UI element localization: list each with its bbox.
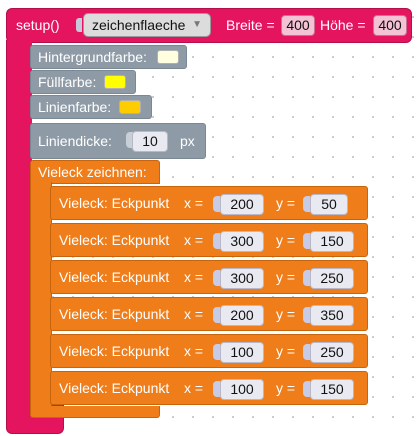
vertex-row[interactable]: Vieleck: Eckpunkt x = 200 y = 50 <box>50 186 368 220</box>
y-slot-nib <box>303 344 310 360</box>
stroke-color-swatch[interactable] <box>119 100 141 114</box>
height-input[interactable]: 400 <box>373 15 407 36</box>
background-color-swatch[interactable] <box>157 50 179 64</box>
vertex-row[interactable]: Vieleck: Eckpunkt x = 300 y = 250 <box>50 260 368 294</box>
x-slot-nib <box>213 270 220 286</box>
x-label: x = <box>184 269 204 285</box>
y-slot-nib <box>303 307 310 323</box>
y-label: y = <box>276 232 296 248</box>
setup-block-arm <box>6 40 32 400</box>
polygon-label: Vieleck zeichnen: <box>38 164 147 180</box>
vertex-label: Vieleck: Eckpunkt <box>59 306 170 322</box>
y-label: y = <box>276 306 296 322</box>
x-slot-nib <box>213 381 220 397</box>
stroke-color-label: Linienfarbe: <box>38 99 112 115</box>
x-slot-nib <box>213 233 220 249</box>
x-slot-nib <box>213 307 220 323</box>
vertex-x-input[interactable]: 100 <box>220 379 264 400</box>
width-input[interactable]: 400 <box>281 15 315 36</box>
canvas-slot-nib <box>76 18 82 32</box>
vertex-x-input[interactable]: 200 <box>220 305 264 326</box>
vertex-y-input[interactable]: 50 <box>310 194 348 215</box>
y-slot-nib <box>303 233 310 249</box>
x-label: x = <box>184 306 204 322</box>
y-slot-nib <box>303 270 310 286</box>
vertex-y-input[interactable]: 150 <box>310 379 354 400</box>
vertex-row[interactable]: Vieleck: Eckpunkt x = 100 y = 250 <box>50 334 368 368</box>
polygon-block-foot <box>30 406 160 418</box>
vertex-y-input[interactable]: 250 <box>310 342 354 363</box>
line-width-input[interactable]: 10 <box>132 131 168 152</box>
width-label: Breite = <box>226 17 275 33</box>
vertex-y-input[interactable]: 350 <box>310 305 354 326</box>
x-slot-nib <box>213 344 220 360</box>
x-label: x = <box>184 380 204 396</box>
y-slot-nib <box>303 196 310 212</box>
fill-color-swatch[interactable] <box>104 75 126 89</box>
vertex-x-input[interactable]: 300 <box>220 268 264 289</box>
polygon-block-arm <box>30 182 52 416</box>
vertex-y-input[interactable]: 150 <box>310 231 354 252</box>
height-label: Höhe = <box>320 17 366 33</box>
y-label: y = <box>276 343 296 359</box>
vertex-row[interactable]: Vieleck: Eckpunkt x = 100 y = 150 <box>50 371 368 405</box>
vertex-label: Vieleck: Eckpunkt <box>59 380 170 396</box>
canvas-dropdown-value: zeichenflaeche <box>92 17 186 33</box>
x-label: x = <box>184 232 204 248</box>
line-width-unit: px <box>180 133 195 149</box>
dropdown-arrow-icon: ▼ <box>192 19 202 30</box>
vertex-y-input[interactable]: 250 <box>310 268 354 289</box>
x-label: x = <box>184 195 204 211</box>
fill-color-label: Füllfarbe: <box>38 74 97 90</box>
y-label: y = <box>276 269 296 285</box>
y-slot-nib <box>303 381 310 397</box>
vertex-x-input[interactable]: 100 <box>220 342 264 363</box>
vertex-x-input[interactable]: 200 <box>220 194 264 215</box>
vertex-x-input[interactable]: 300 <box>220 231 264 252</box>
setup-label: setup() <box>16 17 60 33</box>
vertex-row[interactable]: Vieleck: Eckpunkt x = 300 y = 150 <box>50 223 368 257</box>
canvas-dropdown[interactable]: zeichenflaeche ▼ <box>83 13 211 37</box>
y-label: y = <box>276 195 296 211</box>
y-label: y = <box>276 380 296 396</box>
vertex-label: Vieleck: Eckpunkt <box>59 232 170 248</box>
line-width-label: Liniendicke: <box>38 133 112 149</box>
vertex-label: Vieleck: Eckpunkt <box>59 269 170 285</box>
vertex-row[interactable]: Vieleck: Eckpunkt x = 200 y = 350 <box>50 297 368 331</box>
x-slot-nib <box>213 196 220 212</box>
background-color-label: Hintergrundfarbe: <box>38 49 147 65</box>
vertex-label: Vieleck: Eckpunkt <box>59 343 170 359</box>
x-label: x = <box>184 343 204 359</box>
vertex-label: Vieleck: Eckpunkt <box>59 195 170 211</box>
